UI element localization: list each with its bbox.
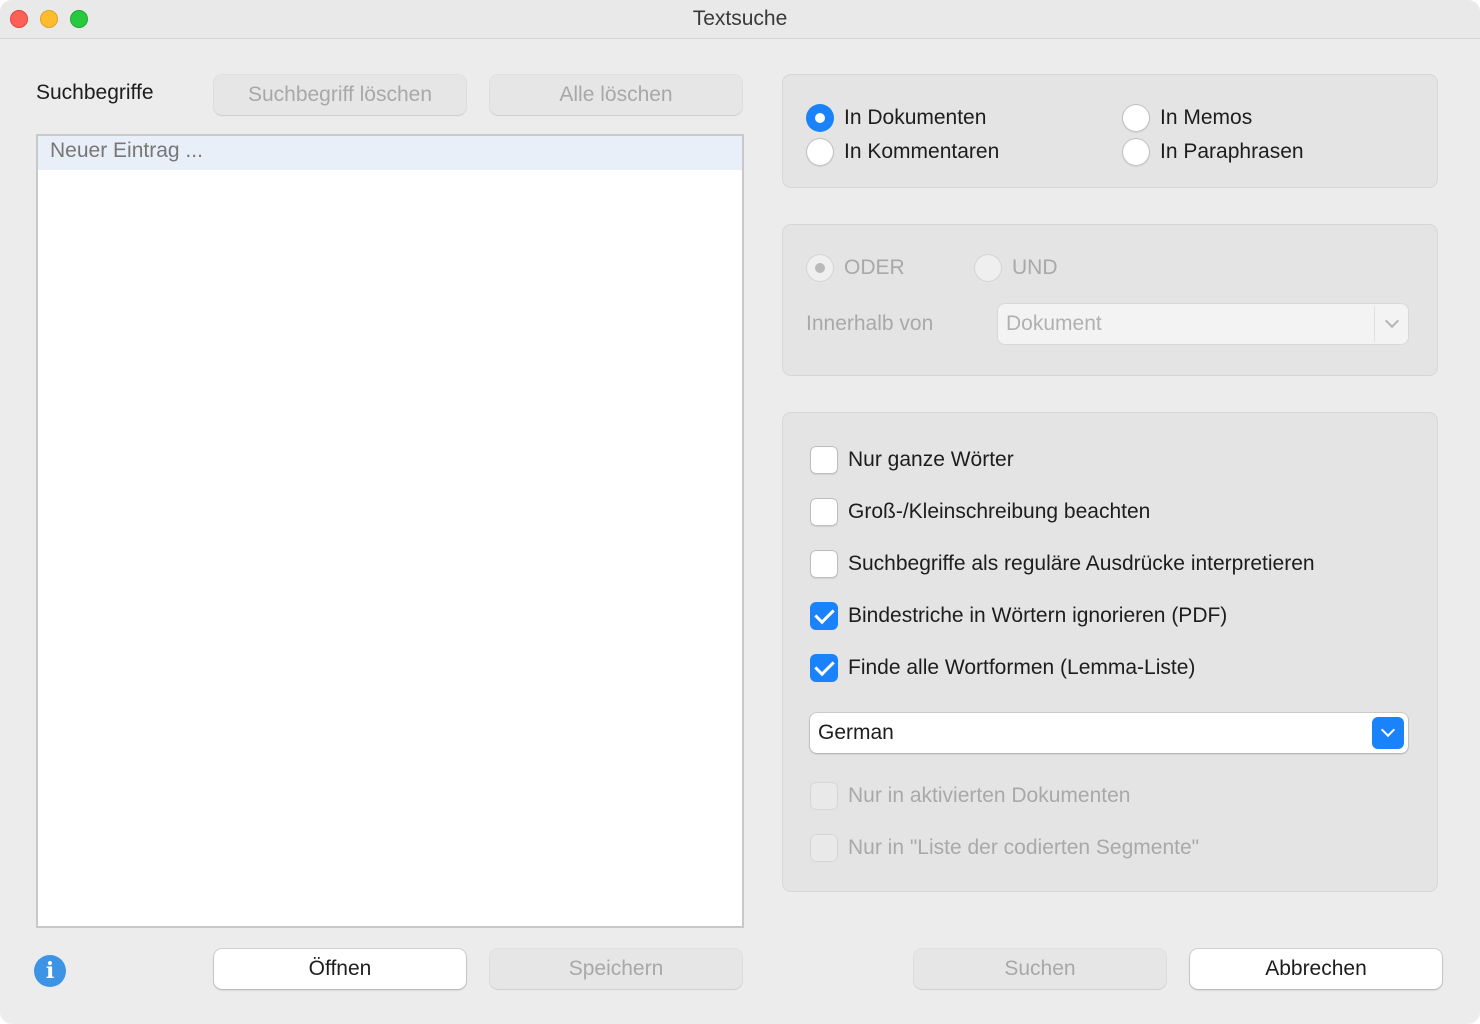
logic-or-radio[interactable] bbox=[806, 254, 834, 282]
search-terms-list[interactable]: Neuer Eintrag ... bbox=[36, 134, 744, 928]
cancel-button[interactable]: Abbrechen bbox=[1190, 949, 1442, 989]
scope-paraphrases-radio[interactable] bbox=[1122, 138, 1150, 166]
language-select[interactable]: German bbox=[810, 713, 1408, 753]
options-panel bbox=[782, 412, 1438, 892]
chevron-down-icon bbox=[1374, 306, 1406, 342]
logic-and-radio[interactable] bbox=[974, 254, 1002, 282]
logic-and-label: UND bbox=[1012, 256, 1058, 279]
scope-panel bbox=[782, 74, 1438, 188]
scope-comments-radio[interactable] bbox=[806, 138, 834, 166]
whole-words-label: Nur ganze Wörter bbox=[848, 448, 1014, 471]
delete-term-button[interactable]: Suchbegriff löschen bbox=[214, 75, 466, 115]
language-select-value: German bbox=[818, 721, 894, 744]
all-word-forms-checkbox[interactable] bbox=[810, 654, 838, 682]
only-activated-label: Nur in aktivierten Dokumenten bbox=[848, 784, 1131, 807]
within-select-value: Dokument bbox=[1006, 312, 1102, 335]
scope-comments-label: In Kommentaren bbox=[844, 140, 1000, 163]
scope-memos-label: In Memos bbox=[1160, 106, 1253, 129]
logic-or-label: ODER bbox=[844, 256, 905, 279]
delete-all-button[interactable]: Alle löschen bbox=[490, 75, 742, 115]
new-entry-row[interactable]: Neuer Eintrag ... bbox=[38, 136, 742, 170]
save-button[interactable]: Speichern bbox=[490, 949, 742, 989]
whole-words-checkbox[interactable] bbox=[810, 446, 838, 474]
scope-documents-label: In Dokumenten bbox=[844, 106, 987, 129]
within-select[interactable]: Dokument bbox=[998, 304, 1408, 344]
only-activated-checkbox[interactable] bbox=[810, 782, 838, 810]
within-label: Innerhalb von bbox=[806, 312, 934, 335]
window-title: Textsuche bbox=[692, 7, 788, 30]
scope-memos-radio[interactable] bbox=[1122, 104, 1150, 132]
all-word-forms-label: Finde alle Wortformen (Lemma-Liste) bbox=[848, 656, 1196, 679]
title-bar: Textsuche bbox=[0, 0, 1480, 39]
info-icon[interactable]: i bbox=[34, 955, 66, 987]
ignore-hyphens-label: Bindestriche in Wörtern ignorieren (PDF) bbox=[848, 604, 1228, 627]
logic-panel bbox=[782, 224, 1438, 376]
search-terms-label: Suchbegriffe bbox=[36, 81, 154, 104]
only-coded-segments-checkbox[interactable] bbox=[810, 834, 838, 862]
regex-checkbox[interactable] bbox=[810, 550, 838, 578]
ignore-hyphens-checkbox[interactable] bbox=[810, 602, 838, 630]
case-sensitive-checkbox[interactable] bbox=[810, 498, 838, 526]
scope-paraphrases-label: In Paraphrasen bbox=[1160, 140, 1304, 163]
scope-documents-radio[interactable] bbox=[806, 104, 834, 132]
chevron-down-icon bbox=[1372, 717, 1404, 749]
text-search-dialog: Textsuche Suchbegriffe Suchbegriff lösch… bbox=[0, 0, 1480, 1024]
open-button[interactable]: Öffnen bbox=[214, 949, 466, 989]
search-button[interactable]: Suchen bbox=[914, 949, 1166, 989]
only-coded-segments-label: Nur in "Liste der codierten Segmente" bbox=[848, 836, 1200, 859]
regex-label: Suchbegriffe als reguläre Ausdrücke inte… bbox=[848, 552, 1315, 575]
case-sensitive-label: Groß-/Kleinschreibung beachten bbox=[848, 500, 1151, 523]
